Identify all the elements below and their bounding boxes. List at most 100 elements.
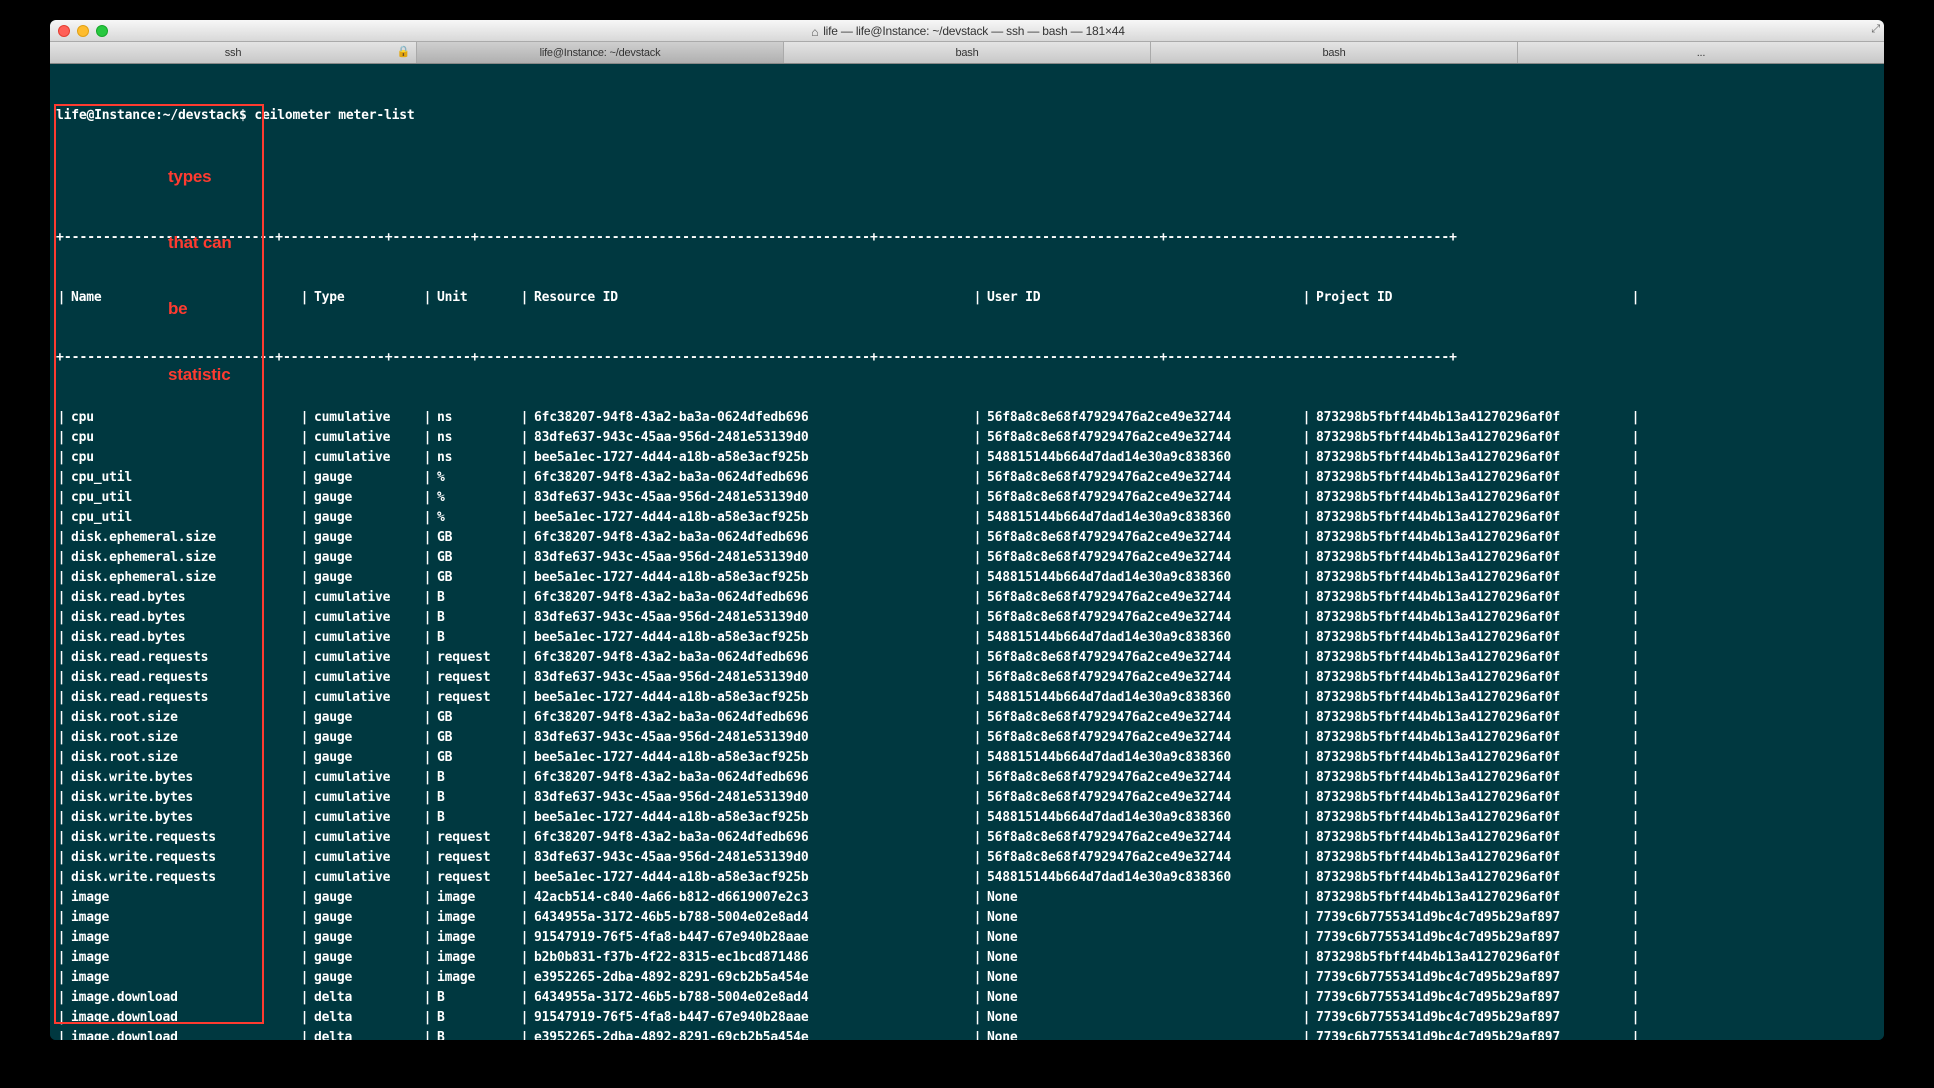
- tab-overflow[interactable]: ...: [1518, 42, 1884, 63]
- cell-name: disk.root.size: [67, 728, 299, 748]
- cell-unit: %: [433, 508, 519, 528]
- cell-project-id: 873298b5fbff44b4b13a41270296af0f: [1312, 668, 1630, 688]
- tab-label: life@Instance: ~/devstack: [540, 47, 661, 59]
- cell-user-id: None: [983, 968, 1301, 988]
- cell-unit: B: [433, 788, 519, 808]
- prompt: life@Instance:~/devstack$: [56, 108, 247, 123]
- cell-resource-id: 6434955a-3172-46b5-b788-5004e02e8ad4: [530, 988, 972, 1008]
- cell-resource-id: bee5a1ec-1727-4d44-a18b-a58e3acf925b: [530, 448, 972, 468]
- table-row: |cpu|cumulative|ns|6fc38207-94f8-43a2-ba…: [56, 408, 1878, 428]
- cell-unit: GB: [433, 708, 519, 728]
- cell-project-id: 873298b5fbff44b4b13a41270296af0f: [1312, 568, 1630, 588]
- cell-project-id: 873298b5fbff44b4b13a41270296af0f: [1312, 708, 1630, 728]
- tab-ssh[interactable]: ssh 🔒: [50, 42, 417, 63]
- cell-unit: B: [433, 608, 519, 628]
- cell-unit: B: [433, 628, 519, 648]
- output-table: +---------------------------+-----------…: [56, 188, 1878, 1040]
- table-row: |image.download|delta|B|6434955a-3172-46…: [56, 988, 1878, 1008]
- cell-type: gauge: [310, 468, 422, 488]
- tab-bash-2[interactable]: bash: [1151, 42, 1518, 63]
- cell-type: cumulative: [310, 868, 422, 888]
- table-row: |cpu_util|gauge|%|bee5a1ec-1727-4d44-a18…: [56, 508, 1878, 528]
- cell-project-id: 873298b5fbff44b4b13a41270296af0f: [1312, 528, 1630, 548]
- cell-unit: B: [433, 588, 519, 608]
- cell-unit: request: [433, 848, 519, 868]
- cell-type: cumulative: [310, 828, 422, 848]
- table-row: |disk.root.size|gauge|GB|bee5a1ec-1727-4…: [56, 748, 1878, 768]
- terminal-body[interactable]: life@Instance:~/devstack$ ceilometer met…: [50, 64, 1884, 1040]
- cell-project-id: 873298b5fbff44b4b13a41270296af0f: [1312, 768, 1630, 788]
- cell-name: image: [67, 888, 299, 908]
- cell-user-id: 56f8a8c8e68f47929476a2ce49e32744: [983, 428, 1301, 448]
- cell-name: disk.read.bytes: [67, 628, 299, 648]
- cell-name: disk.read.requests: [67, 668, 299, 688]
- cell-user-id: 56f8a8c8e68f47929476a2ce49e32744: [983, 848, 1301, 868]
- table-row: |disk.ephemeral.size|gauge|GB|83dfe637-9…: [56, 548, 1878, 568]
- cell-unit: request: [433, 688, 519, 708]
- table-border-top: +---------------------------+-----------…: [56, 228, 1878, 248]
- cell-user-id: None: [983, 908, 1301, 928]
- cell-project-id: 873298b5fbff44b4b13a41270296af0f: [1312, 408, 1630, 428]
- cell-type: delta: [310, 1028, 422, 1040]
- cell-unit: ns: [433, 428, 519, 448]
- cell-user-id: None: [983, 888, 1301, 908]
- cell-resource-id: bee5a1ec-1727-4d44-a18b-a58e3acf925b: [530, 508, 972, 528]
- cell-unit: GB: [433, 728, 519, 748]
- header-name: Name: [67, 288, 299, 308]
- table-row: |disk.write.requests|cumulative|request|…: [56, 848, 1878, 868]
- table-row: |disk.read.bytes|cumulative|B|bee5a1ec-1…: [56, 628, 1878, 648]
- table-row: |disk.root.size|gauge|GB|6fc38207-94f8-4…: [56, 708, 1878, 728]
- cell-name: cpu_util: [67, 468, 299, 488]
- cell-name: image: [67, 968, 299, 988]
- tab-label: ...: [1697, 47, 1706, 59]
- cell-user-id: None: [983, 948, 1301, 968]
- cell-project-id: 873298b5fbff44b4b13a41270296af0f: [1312, 688, 1630, 708]
- cell-unit: image: [433, 968, 519, 988]
- tab-devstack[interactable]: life@Instance: ~/devstack: [417, 42, 784, 63]
- cell-user-id: 548815144b664d7dad14e30a9c838360: [983, 568, 1301, 588]
- cell-unit: GB: [433, 548, 519, 568]
- cell-resource-id: 6fc38207-94f8-43a2-ba3a-0624dfedb696: [530, 768, 972, 788]
- cell-resource-id: 83dfe637-943c-45aa-956d-2481e53139d0: [530, 848, 972, 868]
- table-row: |disk.write.requests|cumulative|request|…: [56, 868, 1878, 888]
- tab-label: ssh: [225, 47, 242, 59]
- header-project-id: Project ID: [1312, 288, 1630, 308]
- cell-name: disk.read.bytes: [67, 588, 299, 608]
- cell-resource-id: 83dfe637-943c-45aa-956d-2481e53139d0: [530, 488, 972, 508]
- cell-resource-id: 91547919-76f5-4fa8-b447-67e940b28aae: [530, 1008, 972, 1028]
- cell-resource-id: 6fc38207-94f8-43a2-ba3a-0624dfedb696: [530, 708, 972, 728]
- cell-resource-id: 91547919-76f5-4fa8-b447-67e940b28aae: [530, 928, 972, 948]
- cell-user-id: 56f8a8c8e68f47929476a2ce49e32744: [983, 408, 1301, 428]
- table-body: |cpu|cumulative|ns|6fc38207-94f8-43a2-ba…: [56, 408, 1878, 1040]
- cell-resource-id: bee5a1ec-1727-4d44-a18b-a58e3acf925b: [530, 568, 972, 588]
- header-unit: Unit: [433, 288, 519, 308]
- cell-project-id: 873298b5fbff44b4b13a41270296af0f: [1312, 888, 1630, 908]
- table-row: |disk.write.bytes|cumulative|B|6fc38207-…: [56, 768, 1878, 788]
- cell-unit: ns: [433, 408, 519, 428]
- expand-icon[interactable]: ⤢: [1871, 22, 1880, 36]
- cell-type: cumulative: [310, 808, 422, 828]
- cell-resource-id: 83dfe637-943c-45aa-956d-2481e53139d0: [530, 728, 972, 748]
- cell-resource-id: 83dfe637-943c-45aa-956d-2481e53139d0: [530, 428, 972, 448]
- cell-type: gauge: [310, 908, 422, 928]
- table-header-row: |Name|Type|Unit|Resource ID|User ID|Proj…: [56, 288, 1878, 308]
- cell-unit: GB: [433, 568, 519, 588]
- table-row: |image.download|delta|B|e3952265-2dba-48…: [56, 1028, 1878, 1040]
- cell-name: disk.write.requests: [67, 848, 299, 868]
- cell-resource-id: 6fc38207-94f8-43a2-ba3a-0624dfedb696: [530, 648, 972, 668]
- cell-unit: GB: [433, 748, 519, 768]
- cell-project-id: 873298b5fbff44b4b13a41270296af0f: [1312, 868, 1630, 888]
- table-row: |disk.read.bytes|cumulative|B|6fc38207-9…: [56, 588, 1878, 608]
- cell-name: cpu: [67, 428, 299, 448]
- cell-user-id: 56f8a8c8e68f47929476a2ce49e32744: [983, 768, 1301, 788]
- tab-bash-1[interactable]: bash: [784, 42, 1151, 63]
- tab-label: bash: [955, 47, 978, 59]
- cell-user-id: 56f8a8c8e68f47929476a2ce49e32744: [983, 828, 1301, 848]
- cell-name: image: [67, 948, 299, 968]
- cell-resource-id: bee5a1ec-1727-4d44-a18b-a58e3acf925b: [530, 868, 972, 888]
- cell-project-id: 873298b5fbff44b4b13a41270296af0f: [1312, 428, 1630, 448]
- cell-user-id: 548815144b664d7dad14e30a9c838360: [983, 868, 1301, 888]
- cell-resource-id: 83dfe637-943c-45aa-956d-2481e53139d0: [530, 668, 972, 688]
- cell-resource-id: 6fc38207-94f8-43a2-ba3a-0624dfedb696: [530, 408, 972, 428]
- cell-type: gauge: [310, 888, 422, 908]
